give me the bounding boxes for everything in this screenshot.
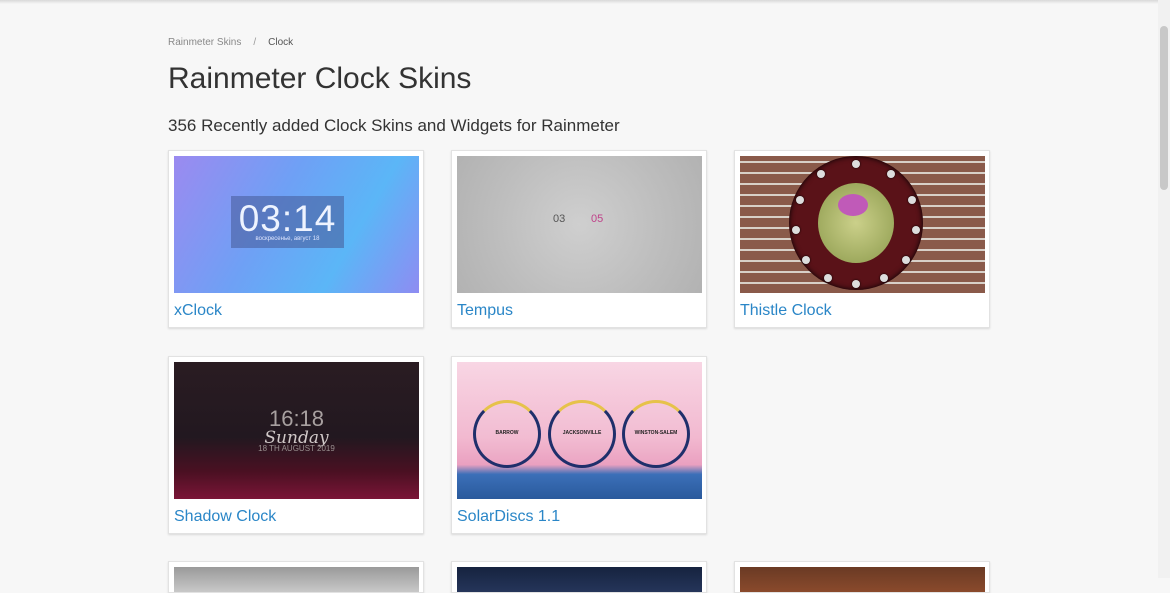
city-label: BARROW — [495, 430, 519, 436]
skin-card-partial[interactable] — [168, 561, 424, 593]
breadcrumb-home-link[interactable]: Rainmeter Skins — [168, 37, 241, 48]
ring-bolt — [802, 256, 810, 264]
browser-top-edge — [0, 0, 1170, 4]
breadcrumb-separator: / — [253, 37, 257, 48]
vertical-scrollbar[interactable] — [1158, 0, 1170, 578]
thumbnail-hour: 03 — [553, 213, 566, 225]
city-disc: BARROW — [473, 400, 541, 468]
skin-title-link[interactable]: Tempus — [457, 302, 513, 320]
thumbnail-time: 03:14 — [238, 198, 337, 239]
city-disc: JACKSONVILLE — [548, 400, 616, 468]
skin-title-link[interactable]: xClock — [174, 302, 222, 320]
thumbnail-minute: 05 — [591, 213, 604, 225]
skin-title-link[interactable]: Shadow Clock — [174, 508, 276, 526]
thumbnail-date: воскресенье, август 18 — [255, 236, 320, 242]
skin-thumbnail[interactable]: 16:18 Sunday 18 TH AUGUST 2019 — [174, 362, 419, 499]
skin-card-shadow-clock[interactable]: 16:18 Sunday 18 TH AUGUST 2019 Shadow Cl… — [168, 356, 424, 534]
skin-thumbnail[interactable] — [740, 156, 985, 293]
skin-thumbnail[interactable] — [174, 567, 419, 592]
skin-thumbnail[interactable]: 03:14 воскресенье, август 18 — [174, 156, 419, 293]
ring-bolt — [902, 256, 910, 264]
breadcrumb: Rainmeter Skins / Clock — [168, 37, 293, 48]
ring-bolt — [908, 196, 916, 204]
ring-bolt — [817, 170, 825, 178]
ring-bolt — [792, 226, 800, 234]
city-disc: WINSTON-SALEM — [622, 400, 690, 468]
skin-card-thistle-clock[interactable]: Thistle Clock — [734, 150, 990, 328]
skin-card-partial[interactable] — [734, 561, 990, 593]
skin-card-tempus[interactable]: 03 05 Tempus — [451, 150, 707, 328]
page-subtitle: 356 Recently added Clock Skins and Widge… — [168, 116, 620, 135]
skin-thumbnail[interactable] — [740, 567, 985, 592]
ring-bolt — [796, 196, 804, 204]
skin-title-link[interactable]: Thistle Clock — [740, 302, 832, 320]
ring-bolt — [887, 170, 895, 178]
ring-bolt — [912, 226, 920, 234]
city-label: JACKSONVILLE — [562, 430, 602, 436]
ring-bolt — [824, 274, 832, 282]
thumbnail-date: 18 TH AUGUST 2019 — [258, 444, 335, 453]
skin-card-solardiscs[interactable]: BARROW JACKSONVILLE WINSTON-SALEM SolarD… — [451, 356, 707, 534]
skin-card-xclock[interactable]: 03:14 воскресенье, август 18 xClock — [168, 150, 424, 328]
breadcrumb-current: Clock — [268, 37, 294, 48]
ring-bolt — [880, 274, 888, 282]
skin-thumbnail[interactable]: BARROW JACKSONVILLE WINSTON-SALEM — [457, 362, 702, 499]
thistle-flower — [838, 194, 868, 216]
city-label: WINSTON-SALEM — [634, 430, 678, 436]
clock-panel: 03:14 воскресенье, август 18 — [231, 196, 344, 248]
scrollbar-thumb[interactable] — [1160, 26, 1168, 190]
page-title: Rainmeter Clock Skins — [168, 62, 472, 95]
skin-title-link[interactable]: SolarDiscs 1.1 — [457, 508, 560, 526]
ring-bolt — [852, 160, 860, 168]
skin-card-partial[interactable] — [451, 561, 707, 593]
skin-thumbnail[interactable] — [457, 567, 702, 592]
ring-bolt — [852, 280, 860, 288]
skin-thumbnail[interactable]: 03 05 — [457, 156, 702, 293]
